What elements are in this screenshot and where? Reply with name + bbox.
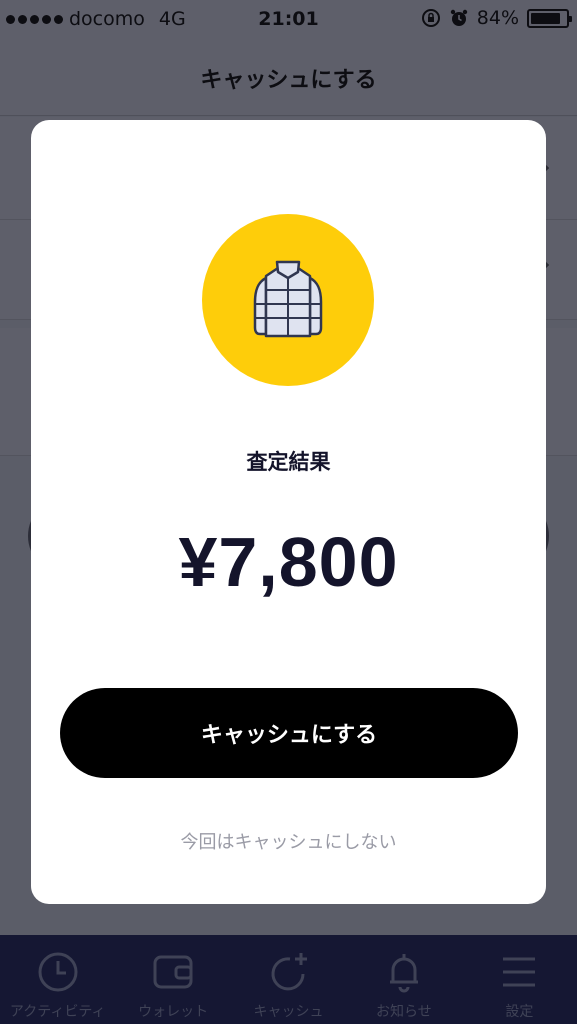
tab-notifications[interactable]: お知らせ	[346, 935, 461, 1024]
tab-cash[interactable]: キャッシュ	[231, 935, 346, 1024]
item-badge	[202, 214, 374, 386]
tab-wallet[interactable]: ウォレット	[115, 935, 230, 1024]
appraisal-result-modal: 査定結果 ¥7,800 キャッシュにする 今回はキャッシュにしない	[31, 120, 546, 904]
bell-icon	[389, 954, 418, 993]
convert-to-cash-button[interactable]: キャッシュにする	[60, 688, 518, 778]
battery-icon	[527, 8, 572, 28]
tab-settings[interactable]: 設定	[462, 935, 577, 1024]
rotation-lock-icon	[421, 9, 440, 27]
battery-percent: 84%	[476, 7, 519, 29]
clock-icon	[38, 952, 78, 992]
nav-bar: キャッシュにする	[0, 38, 577, 116]
tab-label: アクティビティ	[9, 1004, 106, 1020]
tab-label: ウォレット	[138, 1004, 209, 1020]
cash-add-icon	[271, 953, 307, 991]
alarm-icon	[450, 9, 467, 26]
tab-activity[interactable]: アクティビティ	[0, 935, 115, 1024]
battery-fill	[531, 12, 560, 24]
tab-label: お知らせ	[376, 1004, 432, 1020]
status-right: 84%	[421, 7, 572, 29]
appraisal-amount: ¥7,800	[178, 523, 399, 601]
wallet-icon	[153, 955, 193, 989]
tab-label: 設定	[505, 1004, 534, 1020]
tab-bar: アクティビティ ウォレット キャッシュ お知らせ 設定	[0, 935, 577, 1024]
status-bar: docomo 4G 21:01 84%	[0, 0, 577, 38]
appraisal-result-label: 査定結果	[246, 450, 331, 474]
menu-icon	[503, 957, 536, 987]
tab-label: キャッシュ	[253, 1004, 324, 1020]
down-jacket-icon	[253, 260, 323, 338]
page-title: キャッシュにする	[200, 68, 377, 93]
decline-cash-link[interactable]: 今回はキャッシュにしない	[31, 828, 546, 854]
